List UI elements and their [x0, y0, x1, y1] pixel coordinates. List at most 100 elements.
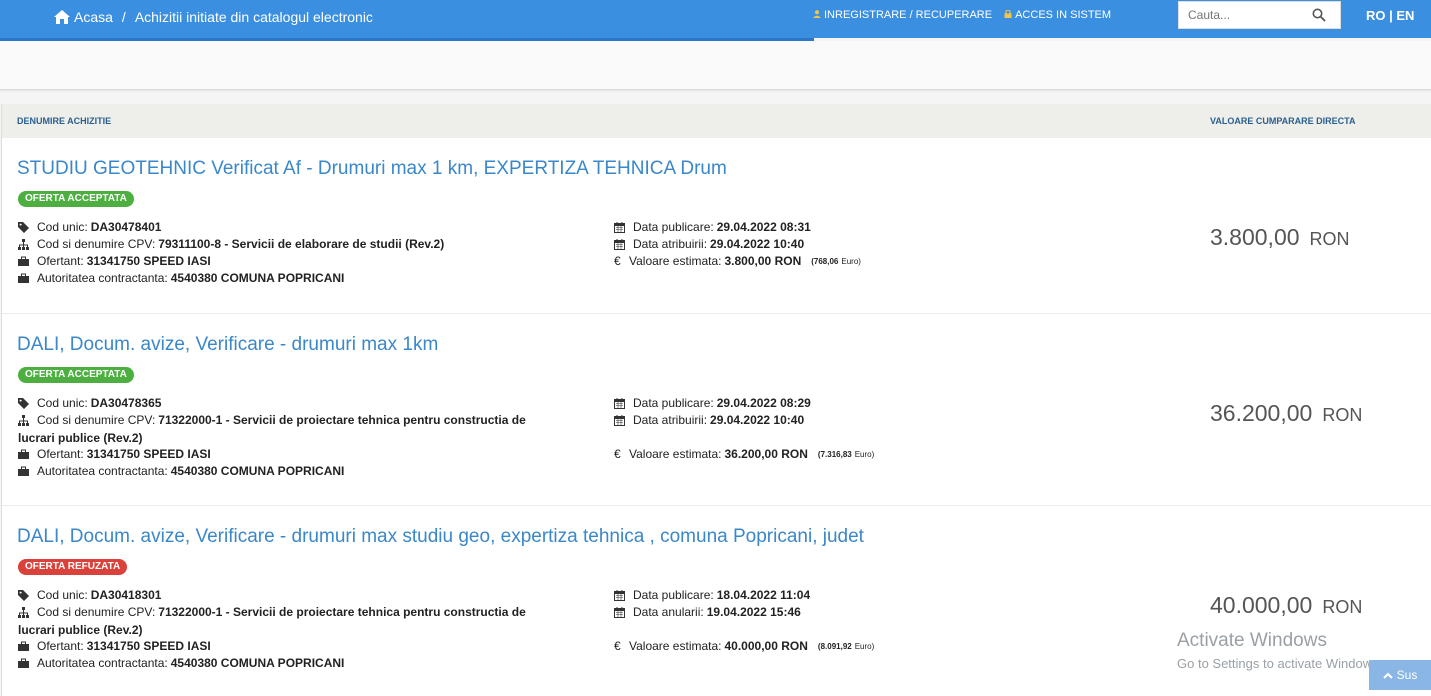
data-publicare-line: Data publicare: 29.04.2022 08:31 — [614, 220, 811, 234]
language-switcher[interactable]: RO | EN — [1366, 8, 1414, 23]
valoare-euro-amount: (768,06 — [811, 256, 839, 266]
valoare-currency: RON — [781, 447, 808, 461]
calendar-icon — [614, 589, 625, 601]
valoare-euro: (7.316,83 Euro) — [818, 450, 874, 459]
price-amount: 40.000,00 — [1210, 592, 1313, 618]
valoare-estimata-label: Valoare estimata: — [629, 639, 722, 653]
autoritate-label: Autoritatea contractanta: — [37, 271, 168, 285]
valoare-estimata-label: Valoare estimata: — [629, 254, 722, 268]
autoritate-value: 4540380 COMUNA POPRICANI — [170, 271, 345, 285]
windows-activation-watermark: Activate Windows Go to Settings to activ… — [1177, 630, 1382, 671]
sitemap-icon — [18, 238, 29, 250]
calendar-icon — [614, 221, 625, 233]
autoritate-value: 4540380 COMUNA POPRICANI — [170, 464, 345, 478]
item-title-link[interactable]: DALI, Docum. avize, Verificare - drumuri… — [17, 334, 438, 356]
briefcase-icon — [18, 658, 29, 668]
data-anularii-line: Data anularii: 19.04.2022 15:46 — [614, 605, 801, 619]
data-atribuirii-line: Data atribuirii: 29.04.2022 10:40 — [614, 413, 804, 427]
user-icon — [813, 10, 821, 18]
valoare-estimata-line: € Valoare estimata: 40.000,00 RON (8.091,… — [614, 639, 874, 653]
cod-unic-line: Cod unic: DA30478365 — [18, 396, 161, 410]
data-atribuirii-value: 29.04.2022 10:40 — [710, 413, 805, 427]
top-navbar: Acasa / Achizitii initiate din catalogul… — [0, 0, 1431, 38]
list-item: STUDIU GEOTEHNIC Verificat Af - Drumuri … — [2, 138, 1431, 314]
data-atribuirii-label: Data atribuirii: — [633, 237, 708, 251]
direct-purchase-value: 40.000,00 RON — [1210, 592, 1362, 619]
valoare-euro-unit: Euro) — [841, 256, 861, 266]
euro-icon: € — [614, 639, 621, 653]
calendar-icon — [614, 414, 625, 426]
cod-unic-value: DA30478401 — [90, 220, 162, 234]
sitemap-icon — [18, 414, 29, 426]
valoare-euro: (768,06 Euro) — [811, 257, 861, 266]
cpv-label: Cod si denumire CPV: — [37, 237, 156, 251]
search-input[interactable] — [1179, 2, 1299, 28]
ofertant-label: Ofertant: — [37, 254, 84, 268]
cod-unic-line: Cod unic: DA30478401 — [18, 220, 161, 234]
register-link[interactable]: INREGISTRARE / RECUPERARE — [813, 9, 992, 21]
scroll-top-button[interactable]: Sus — [1369, 660, 1431, 690]
item-title-link[interactable]: DALI, Docum. avize, Verificare - drumuri… — [17, 526, 864, 548]
data-atribuirii-label: Data atribuirii: — [633, 413, 708, 427]
cpv-value: 79311100-8 - Servicii de elaborare de st… — [158, 237, 445, 251]
price-amount: 36.200,00 — [1210, 400, 1313, 426]
home-icon — [54, 10, 70, 24]
ofertant-line: Ofertant: 31341750 SPEED IASI — [18, 254, 211, 268]
cpv-value: 71322000-1 - Servicii de proiectare tehn… — [158, 605, 526, 619]
data-publicare-line: Data publicare: 18.04.2022 11:04 — [614, 588, 810, 602]
tag-icon — [18, 589, 29, 601]
valoare-estimata-value: 36.200,00 — [724, 447, 778, 461]
calendar-icon — [614, 238, 625, 250]
ofertant-line: Ofertant: 31341750 SPEED IASI — [18, 639, 211, 653]
direct-purchase-value: 36.200,00 RON — [1210, 400, 1362, 427]
search-icon[interactable] — [1312, 8, 1326, 22]
sitemap-icon — [18, 606, 29, 618]
tag-icon — [18, 221, 29, 233]
valoare-estimata-value: 40.000,00 — [724, 639, 778, 653]
valoare-currency: RON — [781, 639, 808, 653]
login-label: ACCES IN SISTEM — [1015, 9, 1112, 21]
breadcrumb-home-link[interactable]: Acasa — [74, 9, 113, 25]
calendar-icon — [614, 606, 625, 618]
scroll-top-label: Sus — [1396, 668, 1418, 682]
ofertant-value: 31341750 SPEED IASI — [86, 447, 211, 461]
ofertant-label: Ofertant: — [37, 447, 84, 461]
cpv-label: Cod si denumire CPV: — [37, 413, 156, 427]
data-publicare-value: 18.04.2022 11:04 — [716, 588, 811, 602]
results-panel: DENUMIRE ACHIZITIE VALOARE CUMPARARE DIR… — [1, 104, 1431, 696]
data-atribuirii-value: 29.04.2022 10:40 — [710, 237, 805, 251]
valoare-euro-amount: (8.091,92 — [817, 641, 852, 651]
valoare-estimata-line: € Valoare estimata: 36.200,00 RON (7.316,… — [614, 447, 874, 461]
table-header: DENUMIRE ACHIZITIE VALOARE CUMPARARE DIR… — [2, 104, 1431, 138]
valoare-estimata-label: Valoare estimata: — [629, 447, 722, 461]
direct-purchase-value: 3.800,00 RON — [1210, 224, 1350, 251]
autoritate-label: Autoritatea contractanta: — [37, 656, 168, 670]
item-title-link[interactable]: STUDIU GEOTEHNIC Verificat Af - Drumuri … — [17, 158, 727, 180]
autoritate-label: Autoritatea contractanta: — [37, 464, 168, 478]
price-currency: RON — [1322, 405, 1363, 425]
login-link[interactable]: ACCES IN SISTEM — [1004, 9, 1111, 21]
briefcase-icon — [18, 273, 29, 283]
valoare-euro: (8.091,92 Euro) — [818, 642, 874, 651]
data-anularii-value: 19.04.2022 15:46 — [706, 605, 801, 619]
valoare-euro-unit: Euro) — [854, 449, 875, 459]
breadcrumb: Acasa / Achizitii initiate din catalogul… — [54, 9, 373, 25]
ofertant-line: Ofertant: 31341750 SPEED IASI — [18, 447, 211, 461]
data-publicare-line: Data publicare: 29.04.2022 08:29 — [614, 396, 811, 410]
briefcase-icon — [18, 466, 29, 476]
valoare-estimata-line: € Valoare estimata: 3.800,00 RON (768,06 E… — [614, 254, 861, 268]
watermark-title: Activate Windows — [1177, 630, 1327, 651]
data-publicare-label: Data publicare: — [633, 588, 714, 602]
ofertant-label: Ofertant: — [37, 639, 84, 653]
cpv-line: Cod si denumire CPV: 79311100-8 - Servici… — [18, 237, 444, 251]
ofertant-value: 31341750 SPEED IASI — [86, 254, 211, 268]
data-publicare-label: Data publicare: — [633, 396, 714, 410]
data-publicare-label: Data publicare: — [633, 220, 714, 234]
cpv-line: Cod si denumire CPV: 71322000-1 - Servici… — [18, 605, 526, 619]
column-header-value: VALOARE CUMPARARE DIRECTA — [1210, 116, 1356, 126]
autoritate-line: Autoritatea contractanta: 4540380 COMUNA … — [18, 464, 344, 478]
cod-unic-label: Cod unic: — [37, 396, 88, 410]
price-currency: RON — [1322, 597, 1363, 617]
cpv-label: Cod si denumire CPV: — [37, 605, 156, 619]
autoritate-value: 4540380 COMUNA POPRICANI — [170, 656, 345, 670]
